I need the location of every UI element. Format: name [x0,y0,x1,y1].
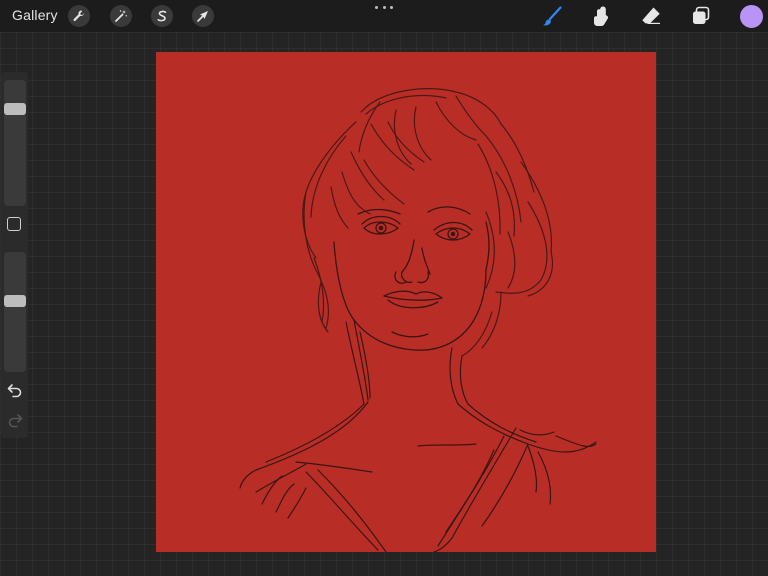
brush-size-slider-thumb[interactable] [4,103,26,115]
magic-wand-icon [115,10,127,22]
adjustments-button[interactable] [110,5,132,27]
undo-button[interactable] [6,382,24,398]
face-strokes [333,206,490,351]
opacity-slider-thumb[interactable] [4,295,26,307]
eraser-tool-button[interactable] [639,4,663,28]
ellipsis-icon [382,5,386,9]
drawing-canvas[interactable] [156,52,656,552]
ellipsis-icon [390,5,393,9]
wrench-icon [73,10,84,22]
redo-button[interactable] [6,412,24,428]
color-swatch-button[interactable] [740,5,763,28]
eraser-icon [642,7,660,24]
smudge-tool-button[interactable] [589,4,613,28]
ellipsis-icon [375,5,378,9]
gallery-button[interactable]: Gallery [12,7,58,23]
redo-arrow-icon [8,414,23,428]
left-sidebar [1,72,28,438]
selection-s-icon [157,10,167,22]
top-toolbar: Gallery [0,0,768,32]
selection-button[interactable] [151,5,173,27]
actions-button[interactable] [68,5,90,27]
layers-icon [693,6,710,24]
modify-button[interactable] [7,217,21,231]
opacity-slider[interactable] [4,252,26,372]
brush-tool-button[interactable] [540,4,564,28]
hair-strokes [302,88,553,357]
undo-arrow-icon [7,384,22,398]
layers-tool-button[interactable] [689,4,713,28]
neck-body-strokes [239,319,597,552]
transform-button[interactable] [192,5,214,27]
brush-icon [543,6,562,26]
portrait-sketch [239,88,597,552]
arrow-cursor-icon [197,11,208,22]
brush-size-slider[interactable] [4,80,26,206]
more-options-button[interactable] [375,2,393,12]
smudge-finger-icon [594,6,609,26]
